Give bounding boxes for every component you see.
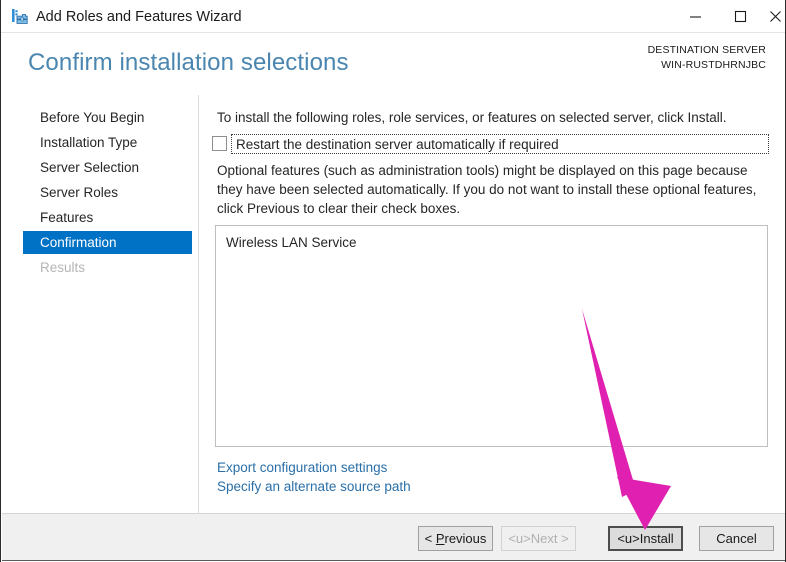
- export-configuration-settings-link[interactable]: Export configuration settings: [217, 458, 411, 477]
- install-button[interactable]: <u>Install: [608, 526, 683, 551]
- title-bar: Add Roles and Features Wizard: [1, 0, 785, 33]
- page-title: Confirm installation selections: [28, 49, 349, 76]
- destination-server-name: WIN-RUSTDHRNJBC: [661, 59, 766, 71]
- close-button[interactable]: [764, 0, 785, 32]
- sidebar-item-installation-type[interactable]: Installation Type: [23, 131, 192, 154]
- wizard-content-pane: To install the following roles, role ser…: [199, 95, 785, 513]
- sidebar-item-results: Results: [40, 260, 86, 275]
- page-header: Confirm installation selections DESTINAT…: [2, 33, 785, 95]
- maximize-icon: [734, 10, 747, 23]
- add-roles-wizard-window: Add Roles and Features Wizard Confirm in…: [0, 0, 786, 562]
- intro-instruction-text: To install the following roles, role ser…: [217, 110, 727, 125]
- sidebar-item-server-selection[interactable]: Server Selection: [23, 156, 192, 179]
- sidebar-item-features[interactable]: Features: [23, 206, 192, 229]
- sidebar-item-confirmation[interactable]: Confirmation: [23, 231, 192, 254]
- restart-checkbox-label[interactable]: Restart the destination server automatic…: [236, 135, 559, 154]
- restart-checkbox[interactable]: [212, 136, 227, 151]
- destination-server-label: DESTINATION SERVER: [647, 44, 766, 56]
- wizard-footer: < Previous <u>Next > <u>Install Cancel: [2, 513, 785, 561]
- wizard-steps-sidebar: Before You Begin Installation Type Serve…: [2, 95, 199, 513]
- previous-button[interactable]: < Previous: [418, 526, 493, 551]
- selected-features-listbox[interactable]: Wireless LAN Service: [215, 225, 768, 447]
- wizard-toolbox-icon: [10, 7, 30, 27]
- sidebar-item-before-you-begin[interactable]: Before You Begin: [23, 106, 192, 129]
- content-links: Export configuration settings Specify an…: [217, 458, 411, 496]
- destination-server-block: DESTINATION SERVER WIN-RUSTDHRNJBC: [648, 43, 766, 73]
- sidebar-item-server-roles[interactable]: Server Roles: [23, 181, 192, 204]
- list-item[interactable]: Wireless LAN Service: [216, 226, 767, 252]
- cancel-button[interactable]: Cancel: [699, 526, 774, 551]
- window-title: Add Roles and Features Wizard: [36, 9, 242, 25]
- specify-alternate-source-path-link[interactable]: Specify an alternate source path: [217, 477, 411, 496]
- next-button: <u>Next >: [501, 526, 576, 551]
- close-icon: [769, 10, 782, 23]
- optional-features-note: Optional features (such as administratio…: [217, 163, 757, 216]
- minimize-icon: [689, 10, 702, 23]
- restart-option-row[interactable]: Restart the destination server automatic…: [212, 134, 769, 154]
- minimize-button[interactable]: [674, 0, 716, 32]
- maximize-button[interactable]: [719, 0, 761, 32]
